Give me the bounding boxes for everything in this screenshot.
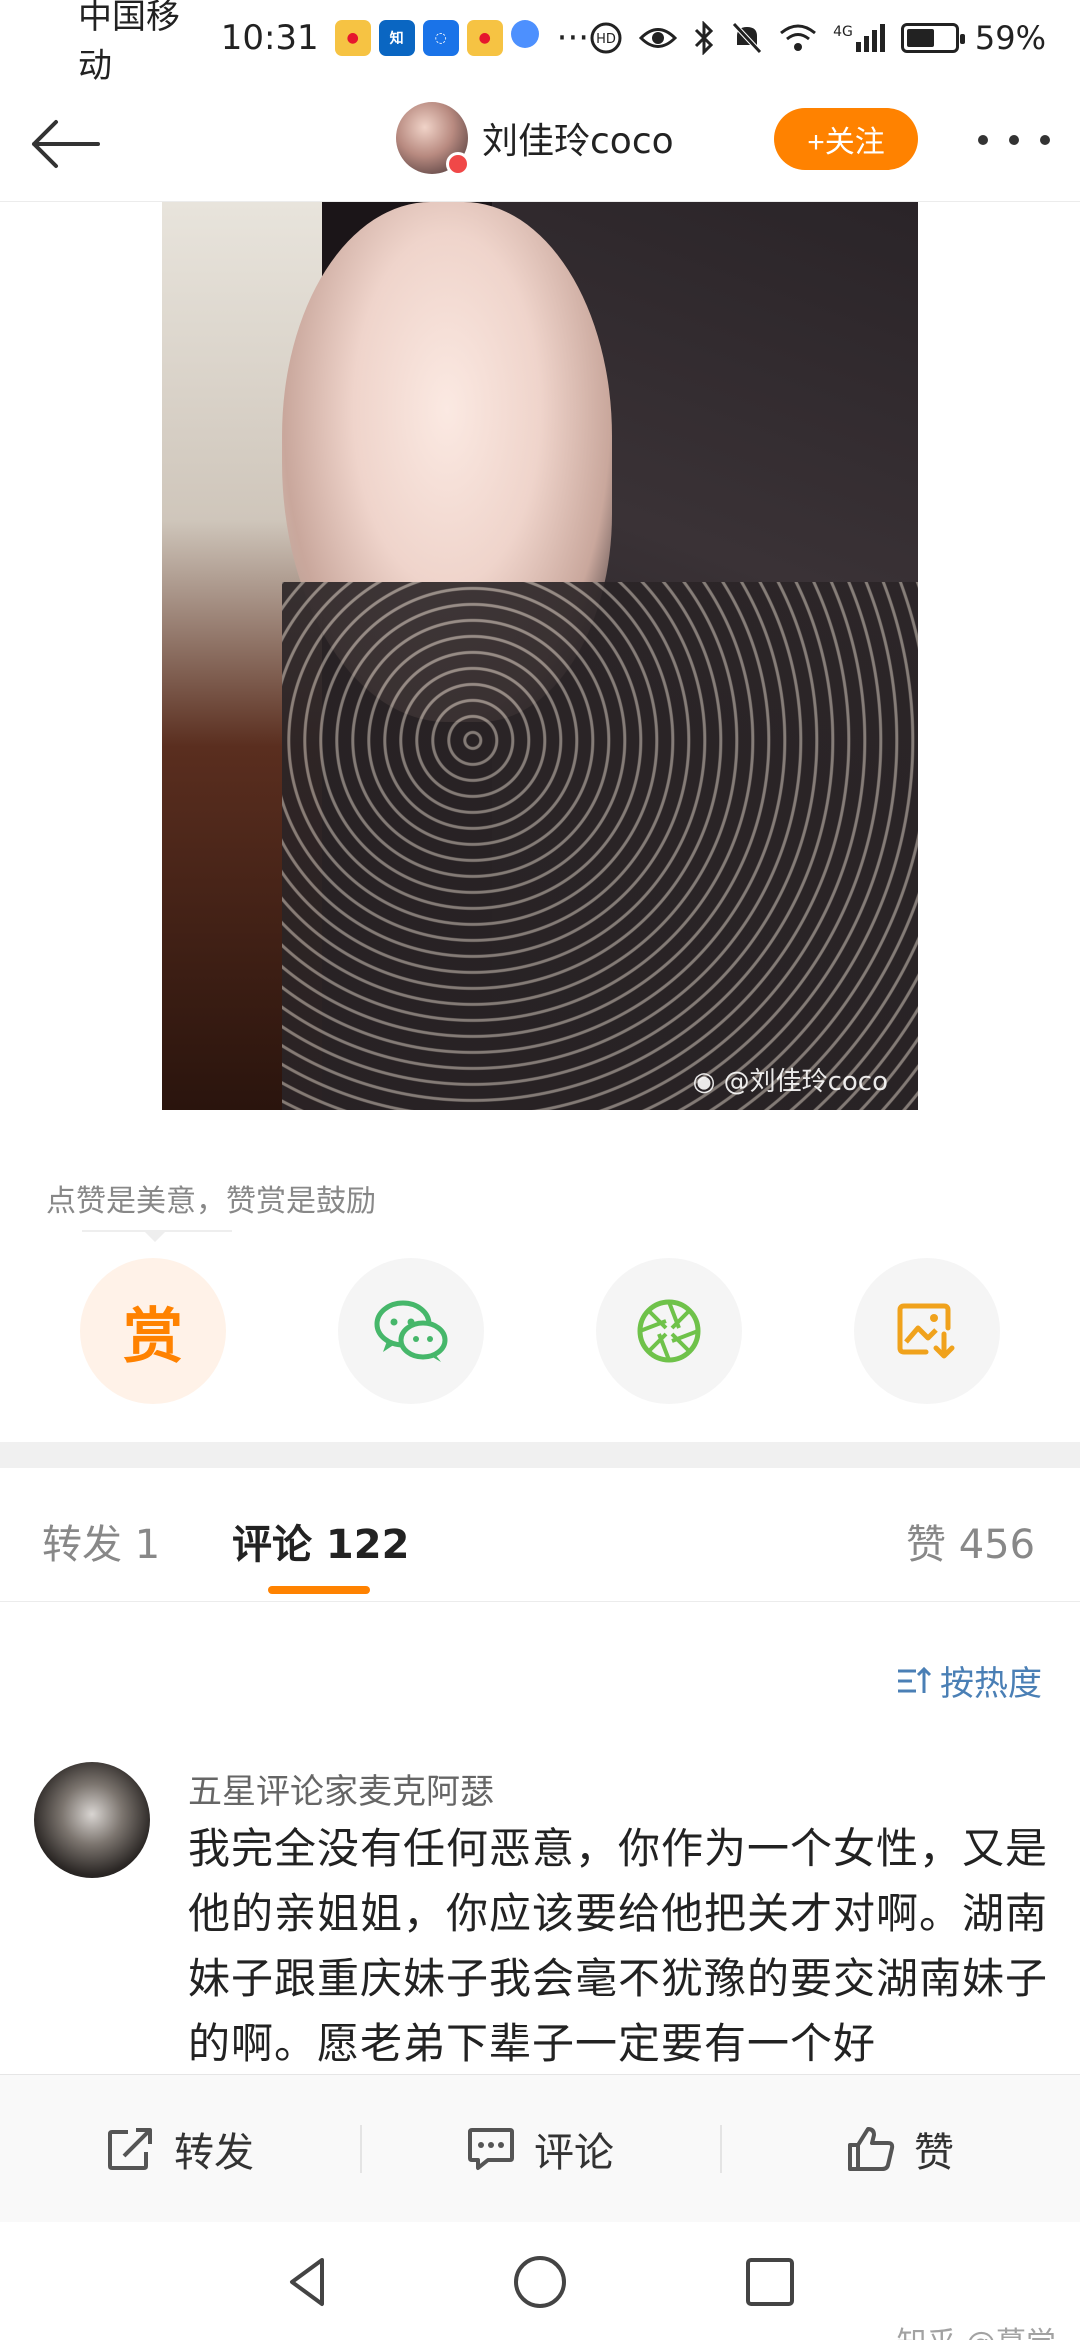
network-type: 4G (833, 24, 853, 40)
sort-label: 按热度 (940, 1664, 1042, 1704)
bluetooth-icon (695, 21, 714, 55)
weibo-icon: ● (334, 20, 371, 56)
nav-back-icon[interactable] (278, 2252, 338, 2312)
svg-text:HD: HD (596, 32, 616, 47)
back-arrow-icon (32, 120, 100, 168)
comment-label: 评论 (534, 2129, 614, 2176)
signal-icon: 4G (833, 24, 885, 52)
reward-hint: 点赞是美意，赞赏是鼓励 (46, 1184, 376, 1219)
clock: 10:31 (220, 18, 319, 58)
comment-button[interactable]: 评论 (360, 2075, 720, 2222)
more-notifications-icon: ··· (556, 18, 590, 58)
like-button[interactable]: 赞 (720, 2075, 1080, 2222)
back-button[interactable] (26, 104, 106, 184)
zhihu-watermark: 知乎 @慕觉 (896, 2318, 1056, 2340)
dot (978, 135, 988, 145)
comment-text: 我完全没有任何恶意，你作为一个女性，又是他的亲姐姐，你应该要给他把关才对啊。湖南… (188, 1824, 1049, 2068)
more-options-button[interactable] (974, 120, 1054, 160)
sort-button[interactable]: 按热度 (896, 1656, 1042, 1705)
thumbs-up-icon (848, 2126, 895, 2171)
dot (1009, 135, 1019, 145)
status-bar: 中国移动 10:31 ● 知 ◌ ● ··· HD 4G 59% (0, 0, 1080, 86)
share-moments-button[interactable] (596, 1258, 742, 1404)
commenter-avatar[interactable] (34, 1762, 150, 1878)
weibo-logo-icon: ◉ (692, 1067, 716, 1097)
dot (1040, 135, 1050, 145)
follow-button[interactable]: +关注 (774, 108, 918, 170)
commenter-name[interactable]: 五星评论家麦克阿瑟 (188, 1764, 494, 1813)
reward-glyph: 赏 (123, 1301, 183, 1372)
lightbulb-icon: ◌ (422, 20, 459, 56)
post-header: 刘佳玲coco +关注 (0, 76, 1080, 202)
post-photo[interactable]: ◉ @刘佳玲coco (162, 202, 918, 1110)
zhihu-icon: 知 (378, 20, 415, 56)
wechat-icon (374, 1300, 448, 1362)
section-divider (0, 1442, 1080, 1468)
eye-icon (639, 28, 678, 48)
photo-watermark: ◉ @刘佳玲coco (693, 1061, 888, 1098)
tab-comments[interactable]: 评论 122 (232, 1512, 409, 1570)
interaction-tabs: 转发 1 评论 122 赞 456 (0, 1468, 1080, 1602)
image-download-icon (897, 1303, 955, 1359)
wifi-icon (780, 24, 817, 51)
share-wechat-button[interactable] (338, 1258, 484, 1404)
weibo-icon: ● (466, 20, 503, 56)
share-row: 赏 (0, 1258, 1080, 1408)
moments-aperture-icon (637, 1299, 701, 1363)
photo-lace (282, 582, 918, 1110)
reward-button[interactable]: 赏 (80, 1258, 226, 1404)
hint-caret-icon (143, 1230, 167, 1242)
author-name[interactable]: 刘佳玲coco (482, 112, 674, 164)
nav-home-icon[interactable] (510, 2252, 570, 2312)
hd-icon: HD (590, 22, 622, 54)
browser-icon (510, 20, 539, 48)
tab-repost[interactable]: 转发 1 (42, 1512, 160, 1570)
repost-label: 转发 (174, 2129, 254, 2176)
save-image-button[interactable] (854, 1258, 1000, 1404)
repost-icon (108, 2127, 152, 2170)
repost-button[interactable]: 转发 (0, 2075, 360, 2222)
author-avatar[interactable] (396, 102, 470, 176)
battery-percent: 59% (974, 19, 1046, 57)
like-label: 赞 (914, 2129, 954, 2176)
battery-icon (900, 23, 965, 53)
mute-bell-icon (732, 22, 762, 54)
tab-likes[interactable]: 赞 456 (906, 1512, 1035, 1570)
action-bar: 转发 评论 赞 (0, 2074, 1080, 2222)
tab-indicator (268, 1586, 370, 1594)
nav-recents-icon[interactable] (740, 2252, 800, 2312)
carrier-label: 中国移动 (78, 0, 180, 86)
comment-icon (468, 2127, 514, 2170)
sort-icon (898, 1666, 932, 1693)
photo-watermark-text: @刘佳玲coco (723, 1067, 888, 1097)
verified-badge-icon (446, 152, 470, 176)
